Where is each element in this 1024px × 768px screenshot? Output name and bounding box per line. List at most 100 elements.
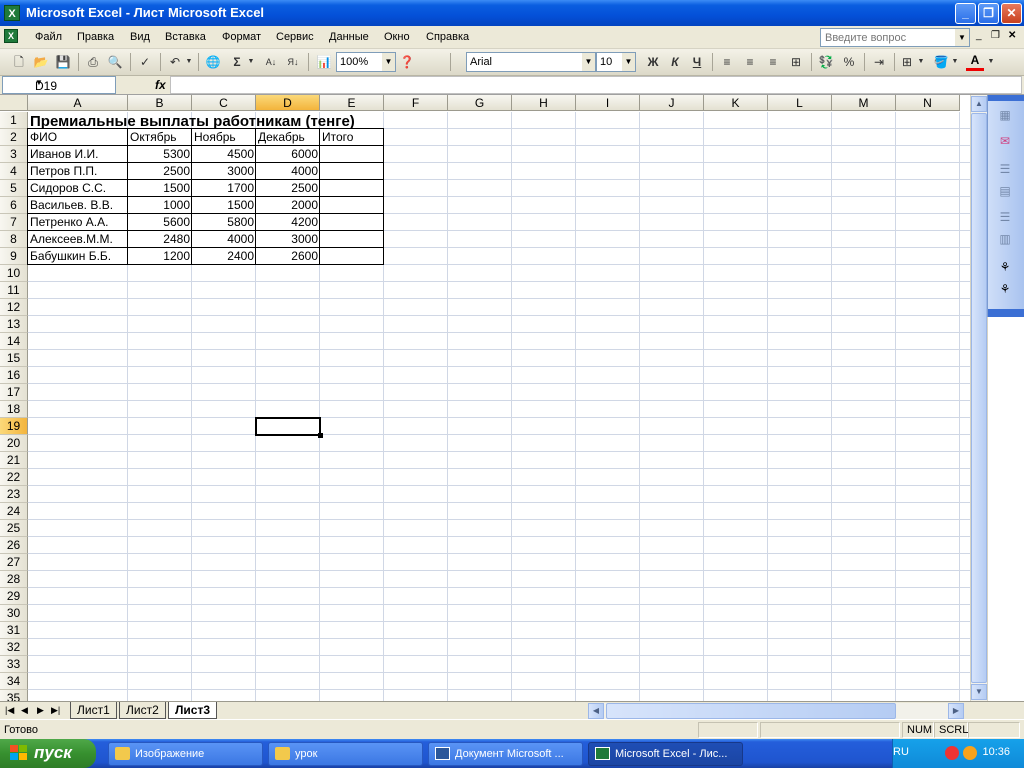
column-header-a[interactable]: A xyxy=(28,95,128,111)
font-color-icon[interactable]: A xyxy=(966,53,984,71)
first-sheet-icon[interactable]: |◀ xyxy=(5,705,14,716)
row-header-2[interactable]: 2 xyxy=(0,129,28,146)
task-lesson[interactable]: урок xyxy=(268,742,423,766)
sort-ascending-icon[interactable]: A↓ xyxy=(262,53,280,71)
row-header-24[interactable]: 24 xyxy=(0,503,28,520)
vertical-scrollbar[interactable]: ▲ ▼ xyxy=(970,95,987,701)
autosum-icon[interactable]: Σ xyxy=(228,53,246,71)
row-header-4[interactable]: 4 xyxy=(0,163,28,180)
select-all-corner[interactable] xyxy=(0,95,28,111)
last-sheet-icon[interactable]: ▶| xyxy=(51,705,60,716)
column-header-f[interactable]: F xyxy=(384,95,448,111)
column-header-e[interactable]: E xyxy=(320,95,384,111)
excel-icon[interactable]: X xyxy=(4,5,20,21)
column-header-d[interactable]: D xyxy=(256,95,320,111)
font-select[interactable]: Arial ▼ xyxy=(466,52,596,72)
row-header-32[interactable]: 32 xyxy=(0,639,28,656)
sheet-tab-2[interactable]: Лист2 xyxy=(119,702,166,719)
scroll-up-icon[interactable]: ▲ xyxy=(971,96,987,112)
row-header-18[interactable]: 18 xyxy=(0,401,28,418)
tray-app-icon[interactable] xyxy=(963,746,977,760)
bold-icon[interactable]: Ж xyxy=(644,53,662,71)
pane-grid-icon[interactable]: ▤ xyxy=(997,183,1013,199)
column-header-l[interactable]: L xyxy=(768,95,832,111)
column-header-c[interactable]: C xyxy=(192,95,256,111)
prev-sheet-icon[interactable]: ◀ xyxy=(21,705,28,716)
chevron-down-icon[interactable]: ▼ xyxy=(955,29,969,46)
scroll-right-icon[interactable]: ▶ xyxy=(948,703,964,719)
row-header-29[interactable]: 29 xyxy=(0,588,28,605)
row-header-28[interactable]: 28 xyxy=(0,571,28,588)
workbook-icon[interactable]: X xyxy=(4,29,18,43)
menu-format[interactable]: Формат xyxy=(222,31,261,43)
fill-color-dropdown-icon[interactable]: ▼ xyxy=(950,53,960,71)
sheet-tab-3[interactable]: Лист3 xyxy=(168,702,218,719)
formula-input[interactable] xyxy=(170,76,1022,94)
task-word-document[interactable]: Документ Microsoft ... xyxy=(428,742,583,766)
row-header-9[interactable]: 9 xyxy=(0,248,28,265)
new-icon[interactable]: 🗋 xyxy=(10,53,28,71)
menu-insert[interactable]: Вставка xyxy=(165,31,206,43)
menu-view[interactable]: Вид xyxy=(130,31,150,43)
menu-edit[interactable]: Правка xyxy=(77,31,114,43)
chevron-down-icon[interactable]: ▼ xyxy=(622,53,635,71)
help-search-input[interactable]: Введите вопрос ▼ xyxy=(820,28,970,47)
row-header-1[interactable]: 1 xyxy=(0,112,28,129)
row-header-12[interactable]: 12 xyxy=(0,299,28,316)
merge-center-icon[interactable]: ⊞ xyxy=(787,53,805,71)
print-preview-icon[interactable]: 🔍 xyxy=(106,53,124,71)
doc-minimize-button[interactable]: _ xyxy=(976,30,982,41)
row-header-26[interactable]: 26 xyxy=(0,537,28,554)
row-header-14[interactable]: 14 xyxy=(0,333,28,350)
scroll-down-icon[interactable]: ▼ xyxy=(971,684,987,700)
autosum-dropdown-icon[interactable]: ▼ xyxy=(246,53,256,71)
row-header-13[interactable]: 13 xyxy=(0,316,28,333)
column-header-j[interactable]: J xyxy=(640,95,704,111)
menu-file[interactable]: Файл xyxy=(35,31,62,43)
chevron-down-icon[interactable]: ▼ xyxy=(382,53,395,71)
currency-icon[interactable]: 💱 xyxy=(817,53,835,71)
menu-window[interactable]: Окно xyxy=(384,31,410,43)
task-images[interactable]: Изображение xyxy=(108,742,263,766)
indent-icon[interactable]: ⇥ xyxy=(870,53,888,71)
row-header-34[interactable]: 34 xyxy=(0,673,28,690)
language-indicator[interactable]: RU xyxy=(893,746,909,758)
borders-icon[interactable]: ⊞ xyxy=(898,53,916,71)
spelling-icon[interactable]: ✓ xyxy=(136,53,154,71)
tray-app-icon[interactable] xyxy=(945,746,959,760)
scroll-left-icon[interactable]: ◀ xyxy=(588,703,604,719)
column-header-i[interactable]: I xyxy=(576,95,640,111)
font-color-dropdown-icon[interactable]: ▼ xyxy=(986,53,996,71)
align-right-icon[interactable]: ≡ xyxy=(764,53,782,71)
chart-wizard-icon[interactable]: 📊 xyxy=(315,53,333,71)
row-header-22[interactable]: 22 xyxy=(0,469,28,486)
chevron-down-icon[interactable]: ▼ xyxy=(35,78,111,87)
row-header-17[interactable]: 17 xyxy=(0,384,28,401)
pane-rows-icon[interactable]: ☰ xyxy=(997,209,1013,225)
percent-icon[interactable]: % xyxy=(840,53,858,71)
column-header-g[interactable]: G xyxy=(448,95,512,111)
sort-descending-icon[interactable]: Я↓ xyxy=(284,53,302,71)
start-button[interactable]: пуск xyxy=(0,739,96,768)
row-header-21[interactable]: 21 xyxy=(0,452,28,469)
row-header-3[interactable]: 3 xyxy=(0,146,28,163)
italic-icon[interactable]: К xyxy=(666,53,684,71)
row-header-20[interactable]: 20 xyxy=(0,435,28,452)
task-excel[interactable]: Microsoft Excel - Лис... xyxy=(588,742,743,766)
underline-icon[interactable]: Ч xyxy=(688,53,706,71)
column-header-b[interactable]: B xyxy=(128,95,192,111)
menu-data[interactable]: Данные xyxy=(329,31,369,43)
pane-list-icon[interactable]: ☰ xyxy=(997,161,1013,177)
align-left-icon[interactable]: ≡ xyxy=(718,53,736,71)
active-cell-cursor[interactable] xyxy=(255,417,323,438)
row-header-6[interactable]: 6 xyxy=(0,197,28,214)
doc-restore-button[interactable]: ❐ xyxy=(991,30,1000,41)
row-header-31[interactable]: 31 xyxy=(0,622,28,639)
clip-art-icon[interactable]: ▦ xyxy=(997,107,1013,123)
row-header-30[interactable]: 30 xyxy=(0,605,28,622)
close-button[interactable]: ✕ xyxy=(1001,3,1022,24)
row-header-35[interactable]: 35 xyxy=(0,690,28,701)
pane-columns-icon[interactable]: ▥ xyxy=(997,231,1013,247)
row-header-23[interactable]: 23 xyxy=(0,486,28,503)
pane-style-icon[interactable]: ⚘ xyxy=(997,281,1013,297)
